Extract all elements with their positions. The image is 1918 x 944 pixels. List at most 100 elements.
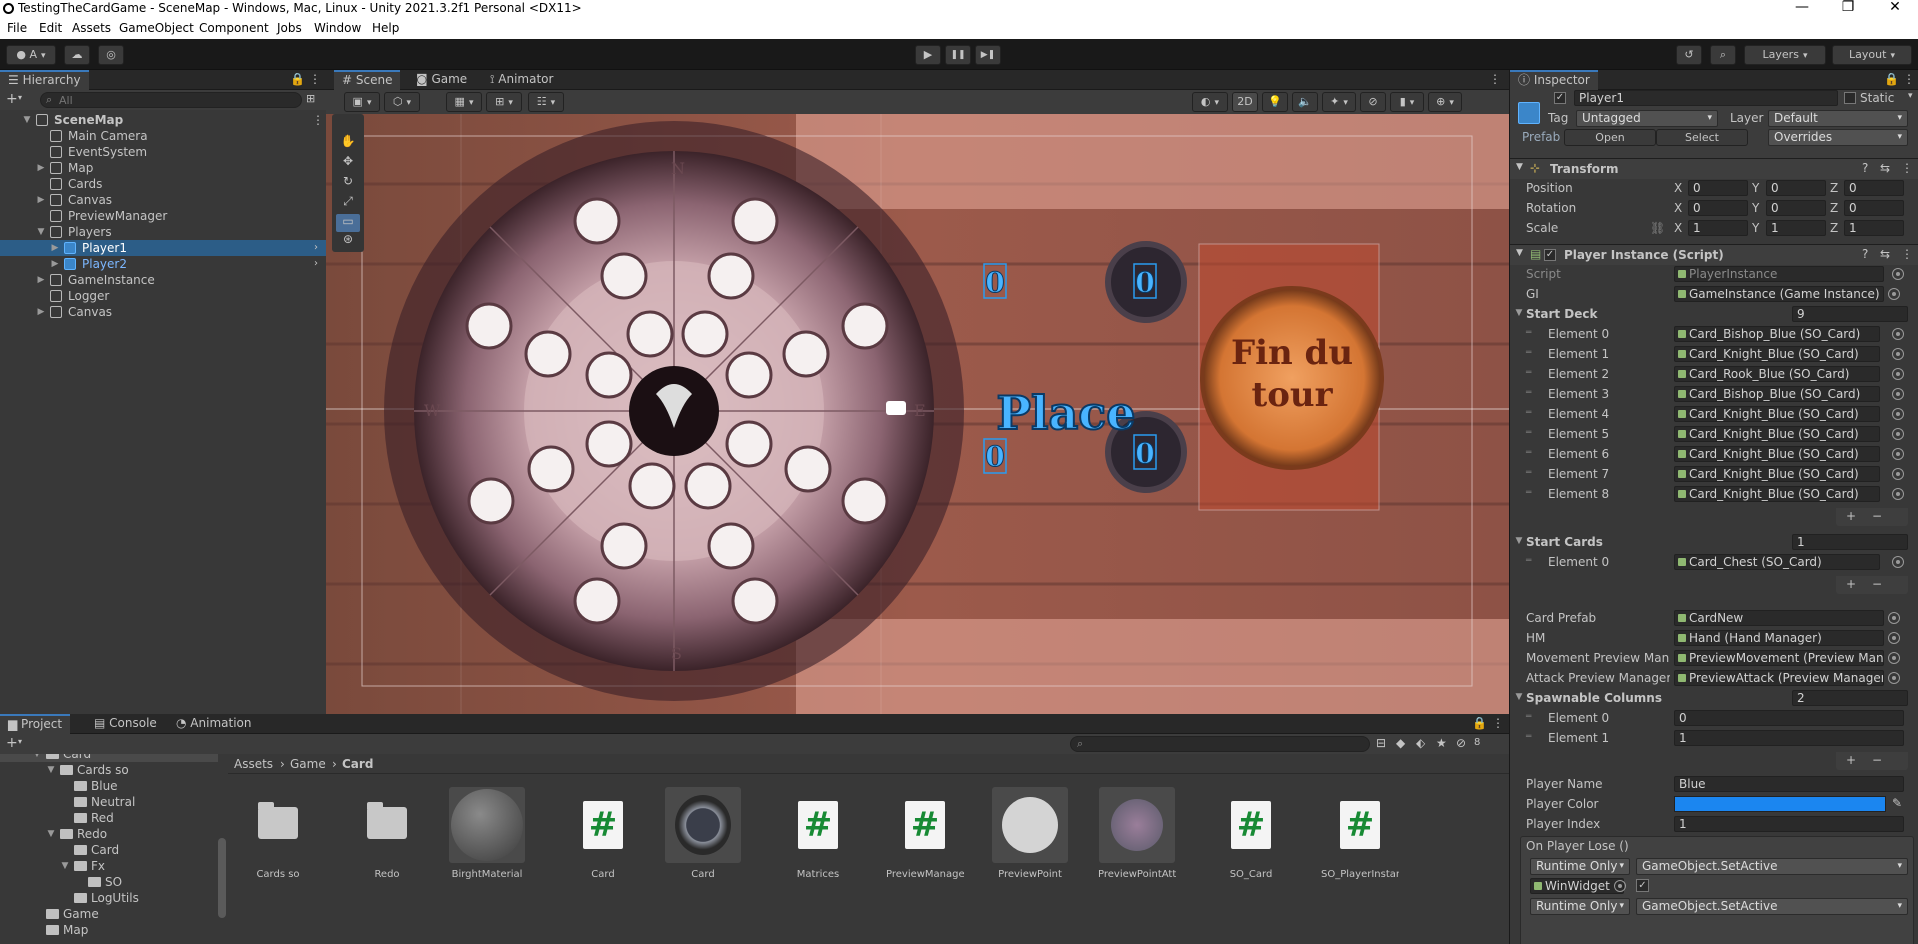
drag-handle-icon[interactable]: ═ [1526, 388, 1531, 398]
tab-game[interactable]: ◙ Game [408, 70, 475, 90]
rotate-tool-icon[interactable]: ↻ [336, 174, 360, 192]
rect-tool-icon[interactable]: ▭ [336, 214, 360, 232]
hierarchy-item[interactable]: PreviewManager [0, 208, 326, 224]
object-picker-icon[interactable] [1888, 632, 1900, 644]
menu-file[interactable]: File [7, 21, 27, 35]
search-button[interactable]: ⌕ [1710, 45, 1736, 65]
object-picker-icon[interactable] [1888, 652, 1900, 664]
active-checkbox[interactable]: ✓ [1554, 92, 1566, 104]
snap-dropdown[interactable]: ⊞ [486, 92, 522, 112]
toggle-2d-button[interactable]: 2D [1232, 92, 1258, 112]
hierarchy-item[interactable]: ▼ SceneMap ⋮ [0, 112, 326, 128]
object-picker-icon[interactable] [1892, 368, 1904, 380]
tab-inspector[interactable]: ⓘ Inspector [1510, 70, 1598, 90]
prefab-overrides-dropdown[interactable]: Overrides [1768, 129, 1908, 146]
event-target-field[interactable]: WinWidget [1530, 878, 1624, 894]
object-picker-icon[interactable] [1892, 328, 1904, 340]
asset-item[interactable]: SO_Card [1212, 787, 1290, 880]
lock-icon[interactable]: 🔒 [1884, 72, 1899, 86]
object-picker-icon[interactable] [1888, 612, 1900, 624]
add-element-button[interactable]: + [1846, 752, 1856, 768]
drag-handle-icon[interactable]: ═ [1526, 712, 1531, 722]
collab-button[interactable]: ◎ [98, 45, 124, 65]
player-color-swatch[interactable] [1674, 796, 1886, 812]
increment-snap-dropdown[interactable]: ☷ [528, 92, 564, 112]
help-icon[interactable]: ? [1862, 161, 1868, 175]
remove-element-button[interactable]: − [1872, 576, 1882, 592]
fold-open-icon[interactable]: ▼ [1514, 692, 1524, 702]
transform-x-field[interactable]: 0 [1688, 180, 1748, 196]
shading-dropdown[interactable]: ◐ [1192, 92, 1228, 112]
static-dropdown-icon[interactable]: ▾ [1908, 91, 1913, 101]
maximize-button[interactable]: ❐ [1833, 0, 1863, 15]
hierarchy-search-input[interactable] [40, 92, 302, 108]
scene-viewport[interactable]: N W E S 0 0 0 0 Place Fin du tour ✋ ✥ ↻ [326, 114, 1509, 714]
eyedropper-icon[interactable]: ✎ [1892, 796, 1902, 810]
layer-dropdown[interactable]: Default [1768, 110, 1908, 127]
drag-handle-icon[interactable]: ═ [1526, 368, 1531, 378]
more-icon[interactable]: ⋮ [1489, 72, 1501, 86]
fold-open-icon[interactable]: ▼ [22, 112, 32, 128]
asset-item[interactable]: Matrices [779, 787, 857, 880]
transform-header[interactable]: ▼ ⊹ Transform ? ⇆ ⋮ [1510, 159, 1918, 179]
transform-z-field[interactable]: 0 [1844, 200, 1904, 216]
fold-closed-icon[interactable]: ▶ [36, 160, 46, 176]
step-button[interactable]: ▶❚ [975, 45, 1001, 65]
hand-tool-icon[interactable]: ✋ [336, 134, 360, 152]
grid-snap-dropdown[interactable]: ▦ [446, 92, 482, 112]
player-name-field[interactable]: Blue [1674, 776, 1904, 792]
hierarchy-item[interactable]: ▶ GameInstance [0, 272, 326, 288]
fold-closed-icon[interactable]: ▶ [36, 304, 46, 320]
more-icon[interactable]: ⋮ [1901, 247, 1913, 261]
asset-item[interactable]: PreviewPointAtta... [1098, 787, 1176, 880]
element-field[interactable]: Card_Chest (SO_Card) [1674, 554, 1880, 570]
object-picker-icon[interactable] [1888, 288, 1900, 300]
element-field[interactable]: Card_Knight_Blue (SO_Card) [1674, 346, 1880, 362]
element-field[interactable]: Card_Rook_Blue (SO_Card) [1674, 366, 1880, 382]
fold-closed-icon[interactable]: ▶ [50, 256, 60, 272]
hidden-objects-button[interactable]: ⊘ [1360, 92, 1386, 112]
fold-closed-icon[interactable]: ▶ [50, 240, 60, 256]
hierarchy-item[interactable]: ▶ Canvas [0, 192, 326, 208]
drag-handle-icon[interactable]: ═ [1526, 408, 1531, 418]
remove-element-button[interactable]: − [1872, 752, 1882, 768]
menu-component[interactable]: Component [199, 21, 269, 35]
object-picker-icon[interactable] [1892, 488, 1904, 500]
cloud-button[interactable]: ☁ [64, 45, 90, 65]
drag-handle-icon[interactable]: ═ [1526, 328, 1531, 338]
tag-dropdown[interactable]: Untagged [1576, 110, 1718, 127]
tab-scene[interactable]: # Scene [334, 70, 401, 90]
tab-animator[interactable]: ⟟ Animator [482, 70, 561, 90]
lock-icon[interactable]: 🔒 [290, 72, 305, 86]
attack-preview-field[interactable]: PreviewAttack (Preview Manager [1674, 670, 1884, 686]
transform-x-field[interactable]: 1 [1688, 220, 1748, 236]
transform-y-field[interactable]: 0 [1766, 200, 1826, 216]
chevron-right-icon[interactable]: › [314, 240, 318, 256]
account-dropdown[interactable]: ● A [6, 45, 56, 65]
transform-z-field[interactable]: 1 [1844, 220, 1904, 236]
link-icon[interactable]: ⛓ [1650, 220, 1665, 236]
hierarchy-item[interactable]: ▶ Canvas [0, 304, 326, 320]
movement-preview-field[interactable]: PreviewMovement (Preview Mana [1674, 650, 1884, 666]
player-instance-header[interactable]: ▼ ▤ ✓ Player Instance (Script) ? ⇆ ⋮ [1510, 245, 1918, 265]
element-field[interactable]: 0 [1674, 710, 1904, 726]
draw-mode-dropdown[interactable]: ▣ [344, 92, 380, 112]
prefab-select-button[interactable]: Select [1656, 129, 1748, 146]
fold-open-icon[interactable]: ▼ [1514, 536, 1524, 546]
minimize-button[interactable]: — [1787, 0, 1817, 15]
help-icon[interactable]: ? [1862, 247, 1868, 261]
hierarchy-item[interactable]: EventSystem [0, 144, 326, 160]
menu-window[interactable]: Window [314, 21, 361, 35]
element-field[interactable]: 1 [1674, 730, 1904, 746]
start_cards-count-field[interactable]: 1 [1792, 534, 1908, 550]
more-icon[interactable]: ⋮ [309, 72, 321, 86]
menu-gameobject[interactable]: GameObject [119, 21, 194, 35]
asset-item[interactable]: PreviewManager [886, 787, 964, 880]
layout-dropdown[interactable]: Layout [1832, 45, 1912, 65]
fold-closed-icon[interactable]: ▶ [36, 192, 46, 208]
add-element-button[interactable]: + [1846, 508, 1856, 524]
event-function-dropdown[interactable]: GameObject.SetActive [1636, 898, 1908, 915]
drag-handle-icon[interactable]: ═ [1526, 448, 1531, 458]
remove-element-button[interactable]: − [1872, 508, 1882, 524]
drag-handle-icon[interactable]: ═ [1526, 468, 1531, 478]
